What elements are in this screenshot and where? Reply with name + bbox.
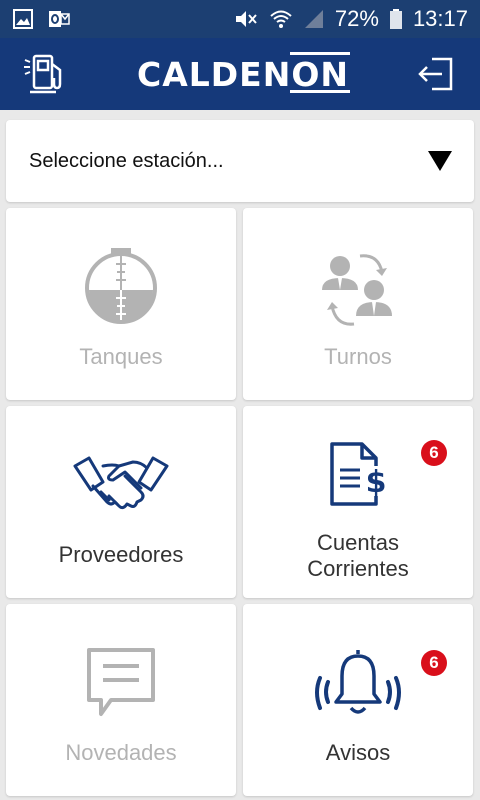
battery-percentage: 72% <box>334 6 379 31</box>
notification-badge: 6 <box>421 440 447 466</box>
handshake-icon <box>73 456 169 510</box>
tile-label-line1: Cuentas <box>317 530 399 555</box>
tile-label: Proveedores <box>58 542 184 567</box>
battery-icon <box>389 9 402 29</box>
tile-label-line2: Corrientes <box>307 556 409 581</box>
invoice-dollar-icon: $ <box>330 442 388 506</box>
status-bar: 72% 13:17 <box>0 0 480 38</box>
tile-label: Novedades <box>65 740 177 765</box>
clock-time: 13:17 <box>412 6 468 31</box>
tile-label: Avisos <box>325 740 391 765</box>
wifi-icon <box>270 10 292 28</box>
mute-icon <box>235 11 257 27</box>
outlook-icon <box>49 11 70 27</box>
station-select-placeholder: Seleccione estación... <box>29 149 224 172</box>
fuel-pump-icon[interactable] <box>22 50 70 98</box>
tile-proveedores[interactable]: Proveedores <box>6 406 236 598</box>
shift-swap-icon <box>322 254 392 326</box>
brand-logo: CALDEN ON <box>136 51 350 94</box>
status-bar-right: 72% 13:17 <box>233 6 468 32</box>
tile-label: Turnos <box>324 344 392 369</box>
notification-badge: 6 <box>421 650 447 676</box>
brand-suffix: ON <box>290 51 350 94</box>
dropdown-caret-icon[interactable] <box>428 151 452 171</box>
tile-label: Tanques <box>79 344 163 369</box>
svg-text:$: $ <box>366 465 387 500</box>
tile-avisos[interactable]: 6 Avisos <box>243 604 473 796</box>
bell-ringing-icon <box>315 650 401 714</box>
station-select[interactable]: Seleccione estación... <box>6 120 474 202</box>
brand-main: CALDEN <box>136 54 292 94</box>
tank-gauge-icon <box>85 248 157 324</box>
logout-icon[interactable] <box>416 53 458 95</box>
message-icon <box>87 648 155 716</box>
tile-turnos[interactable]: Turnos <box>243 208 473 400</box>
tile-novedades[interactable]: Novedades <box>6 604 236 796</box>
signal-icon <box>304 10 323 28</box>
app-bar: CALDEN ON <box>0 38 480 110</box>
status-bar-left <box>12 8 70 30</box>
tile-tanques[interactable]: Tanques <box>6 208 236 400</box>
tile-cuentas-corrientes[interactable]: $ 6 Cuentas Corrientes <box>243 406 473 598</box>
image-icon <box>13 9 33 29</box>
